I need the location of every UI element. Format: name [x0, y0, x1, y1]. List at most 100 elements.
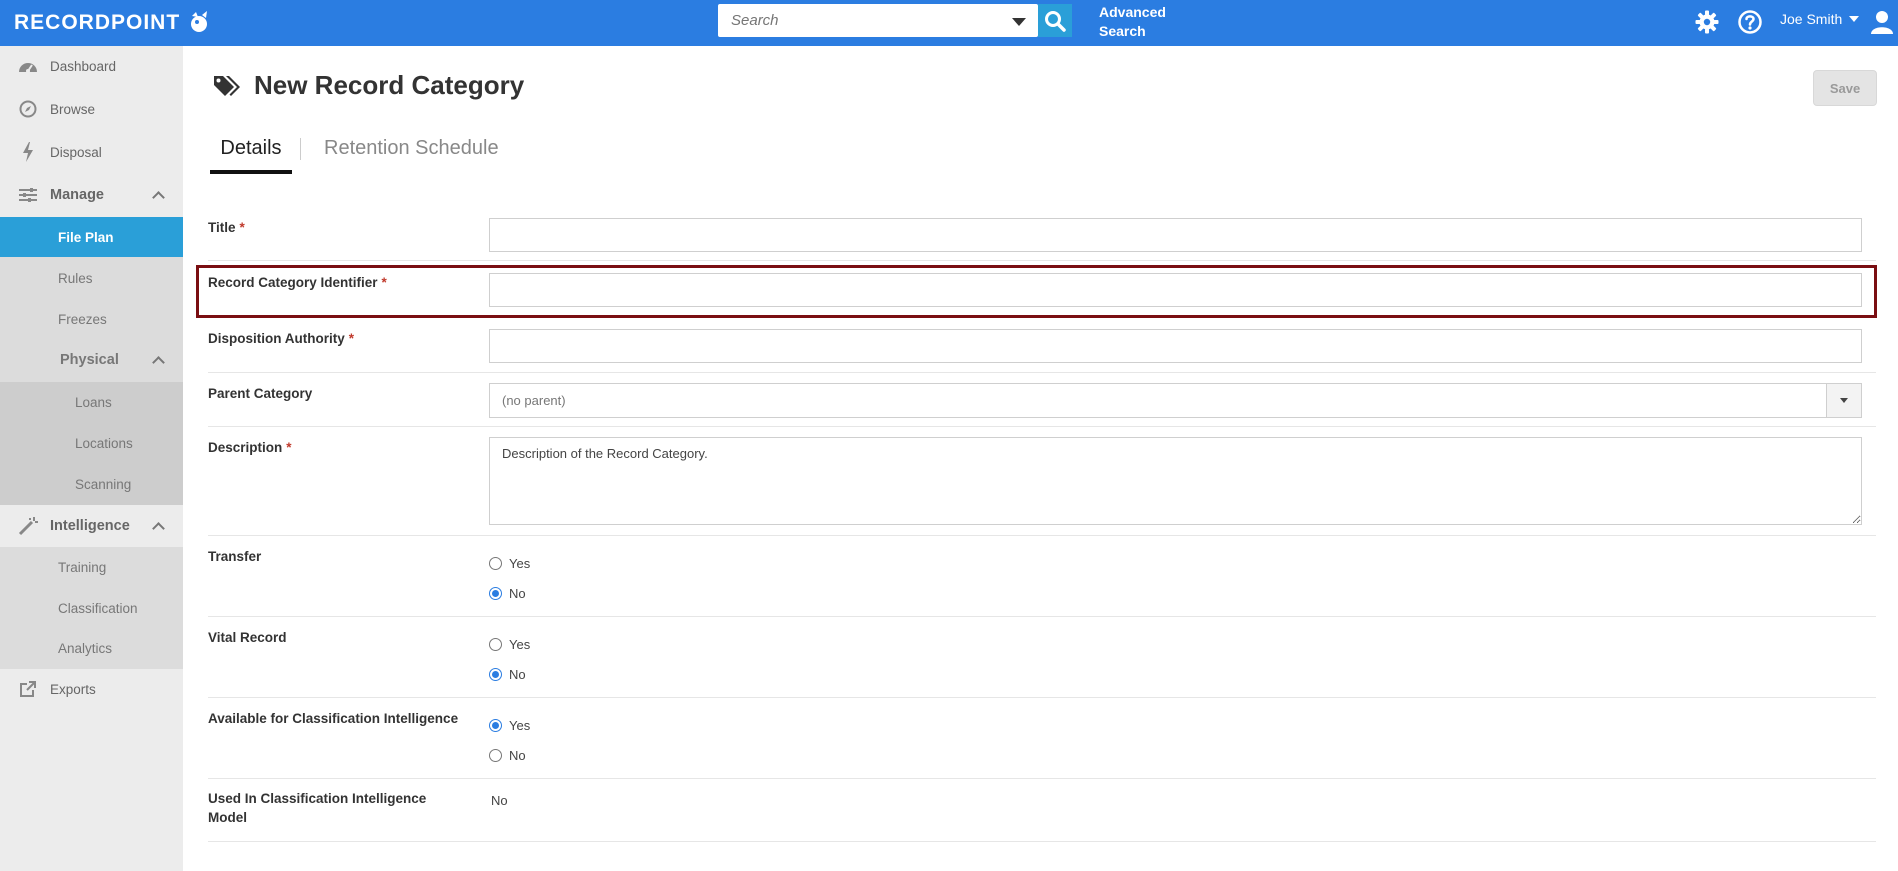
disposition-authority-input[interactable]: [489, 329, 1862, 363]
chevron-up-icon: [152, 191, 165, 204]
sidebar-item-freezes[interactable]: Freezes: [0, 299, 183, 339]
compass-icon: [18, 99, 38, 119]
available-label: Available for Classification Intelligenc…: [208, 711, 459, 726]
logo-text: RECORDPOINT: [14, 11, 181, 34]
required-mark: *: [286, 440, 292, 455]
caret-down-icon: [1840, 398, 1848, 403]
sidebar-item-rules[interactable]: Rules: [0, 258, 183, 298]
disposition-label: Disposition Authority *: [208, 329, 354, 348]
sidebar-item-label: Locations: [75, 435, 133, 451]
sidebar-section-physical[interactable]: Physical: [0, 340, 183, 380]
user-icon[interactable]: [1870, 9, 1894, 35]
sidebar-section-label: Physical: [60, 352, 119, 368]
sidebar-section-intelligence[interactable]: Intelligence: [0, 505, 183, 547]
title-input[interactable]: [489, 218, 1862, 252]
radio-checked-icon: [489, 668, 502, 681]
description-label-text: Description: [208, 440, 283, 455]
description-row: Description * Description of the Record C…: [208, 427, 1876, 536]
sidebar-item-scanning[interactable]: Scanning: [0, 464, 183, 504]
available-row: Available for Classification Intelligenc…: [208, 698, 1876, 779]
advanced-search-link[interactable]: Advanced Search: [1099, 3, 1166, 41]
title-row: Title *: [208, 206, 1876, 261]
sidebar-item-label: Loans: [75, 394, 112, 410]
sidebar-item-label: Dashboard: [50, 58, 117, 74]
disposition-row: Disposition Authority *: [208, 317, 1876, 373]
sliders-icon: [18, 185, 38, 205]
select-toggle-button[interactable]: [1826, 384, 1861, 417]
advanced-search-line2: Search: [1099, 23, 1146, 39]
title-label-text: Title: [208, 220, 236, 235]
sidebar-item-locations[interactable]: Locations: [0, 423, 183, 463]
search-button[interactable]: [1038, 4, 1072, 37]
sidebar-item-label: Disposal: [50, 144, 102, 160]
description-label: Description *: [208, 438, 292, 457]
sidebar-item-analytics[interactable]: Analytics: [0, 628, 183, 668]
focus-highlight-box: [196, 265, 1877, 318]
used-in-model-value: No: [491, 793, 508, 808]
radio-checked-icon: [489, 719, 502, 732]
tab-details[interactable]: Details: [210, 128, 292, 174]
vital-no-radio[interactable]: No: [489, 667, 526, 682]
search-scope-dropdown-icon[interactable]: [1012, 18, 1026, 26]
title-label: Title *: [208, 218, 245, 237]
radio-unchecked-icon: [489, 638, 502, 651]
logo[interactable]: RECORDPOINT: [14, 10, 212, 36]
sidebar-item-label: File Plan: [58, 229, 114, 245]
sidebar-item-label: Rules: [58, 270, 93, 286]
sidebar-item-disposal[interactable]: Disposal: [0, 132, 183, 172]
transfer-row: Transfer Yes No: [208, 536, 1876, 617]
user-menu[interactable]: Joe Smith: [1780, 11, 1860, 27]
sidebar-item-label: Classification: [58, 600, 138, 616]
search-input[interactable]: [718, 4, 998, 37]
sidebar-item-label: Exports: [50, 681, 96, 697]
external-link-icon: [18, 679, 38, 699]
sidebar-item-browse[interactable]: Browse: [0, 89, 183, 129]
parent-category-row: Parent Category (no parent): [208, 373, 1876, 427]
sidebar-item-label: Browse: [50, 101, 96, 117]
description-textarea[interactable]: Description of the Record Category.: [489, 437, 1862, 525]
sidebar-section-label: Manage: [50, 187, 104, 203]
sidebar-item-label: Freezes: [58, 311, 107, 327]
sidebar-item-classification[interactable]: Classification: [0, 588, 183, 628]
required-mark: *: [239, 220, 245, 235]
used-label-line2: Model: [208, 810, 247, 825]
radio-label: No: [509, 586, 526, 601]
sidebar-section-label: Intelligence: [50, 518, 130, 534]
page-header: New Record Category: [212, 70, 524, 101]
vital-record-row: Vital Record Yes No: [208, 617, 1876, 698]
available-yes-radio[interactable]: Yes: [489, 718, 530, 733]
radio-label: Yes: [509, 718, 531, 733]
chevron-up-icon: [152, 356, 165, 369]
radio-label: Yes: [509, 637, 531, 652]
radio-checked-icon: [489, 587, 502, 600]
radio-unchecked-icon: [489, 557, 502, 570]
search-box: [718, 4, 1038, 37]
gear-icon[interactable]: [1694, 9, 1720, 35]
vital-yes-radio[interactable]: Yes: [489, 637, 530, 652]
sidebar-item-dashboard[interactable]: Dashboard: [0, 46, 183, 86]
chevron-down-icon: [1849, 16, 1860, 22]
parent-category-select[interactable]: (no parent): [489, 383, 1862, 418]
sidebar: Dashboard Browse Disposal Manage File Pl…: [0, 46, 183, 871]
transfer-label: Transfer: [208, 549, 262, 564]
sidebar-item-training[interactable]: Training: [0, 547, 183, 587]
sidebar-item-label: Scanning: [75, 476, 132, 492]
save-button[interactable]: Save: [1813, 70, 1877, 106]
radio-label: No: [509, 667, 526, 682]
parent-category-label: Parent Category: [208, 386, 313, 401]
transfer-no-radio[interactable]: No: [489, 586, 526, 601]
advanced-search-line1: Advanced: [1099, 4, 1166, 20]
logo-icon: [191, 11, 208, 32]
sidebar-item-loans[interactable]: Loans: [0, 382, 183, 422]
transfer-yes-radio[interactable]: Yes: [489, 556, 530, 571]
user-name: Joe Smith: [1780, 11, 1843, 27]
radio-unchecked-icon: [489, 749, 502, 762]
sidebar-item-file-plan[interactable]: File Plan: [0, 217, 183, 257]
tab-retention-schedule[interactable]: Retention Schedule: [324, 128, 499, 174]
tab-divider: [300, 138, 301, 160]
help-icon[interactable]: [1737, 9, 1763, 35]
sidebar-item-exports[interactable]: Exports: [0, 669, 183, 709]
sidebar-section-manage[interactable]: Manage: [0, 175, 183, 215]
available-no-radio[interactable]: No: [489, 748, 526, 763]
radio-label: Yes: [509, 556, 531, 571]
